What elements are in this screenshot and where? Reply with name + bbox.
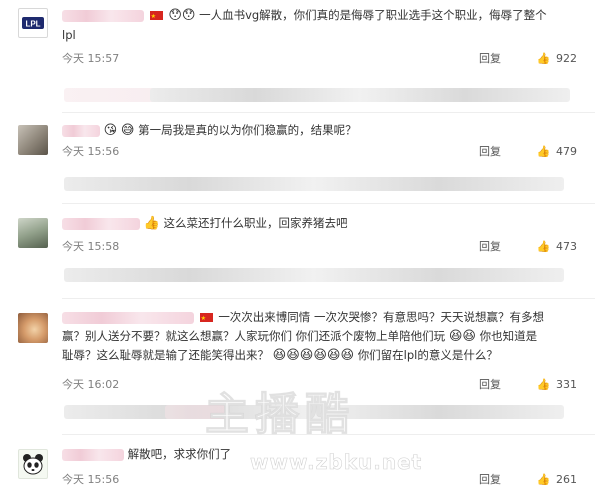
- laugh-emoji-icon: 😆: [448, 328, 463, 344]
- redacted-reply: [150, 88, 570, 102]
- comment-text: 😯😯 一人血书vg解散，你们真的是侮辱了职业选手这个职业，侮辱了整个: [62, 5, 547, 27]
- emoji-icon: 😅: [120, 122, 135, 138]
- divider: [62, 203, 595, 204]
- avatar[interactable]: [18, 218, 48, 248]
- like-count: 473: [556, 240, 577, 253]
- avatar[interactable]: LPL: [18, 8, 48, 38]
- timestamp: 今天 15:56: [62, 145, 120, 158]
- emoji-icon: 😘: [103, 122, 118, 138]
- laugh-emoji-icon: 😆: [462, 328, 476, 344]
- redacted-username[interactable]: [62, 9, 144, 22]
- reply-button[interactable]: 回复: [479, 145, 501, 158]
- comment-body: 第一局我是真的以为你们稳赢的，结果呢？: [138, 123, 357, 137]
- comment-body-line2: 赢？别人送分不要？就这么想赢？人家玩你们 你们还派个废物上单陪他们玩: [62, 329, 446, 343]
- laugh-emoji-icon: 😆: [340, 347, 355, 363]
- avatar[interactable]: [18, 125, 48, 155]
- reply-button[interactable]: 回复: [479, 378, 501, 391]
- comment-body: 解散吧，求求你们了: [127, 447, 232, 461]
- laugh-emoji-icon: 😆: [299, 347, 314, 363]
- timestamp: 今天 16:02: [62, 378, 120, 391]
- emoji-icon: 👍: [143, 215, 160, 231]
- comment-body-line3-end: 你们留在lpl的意义是什么？: [357, 348, 498, 362]
- avatar[interactable]: [18, 449, 48, 479]
- comment-body: 这么菜还打什么职业，回家养猪去吧: [163, 216, 348, 230]
- like-count: 331: [556, 378, 577, 391]
- comment-actions: 回复 👍 261: [479, 471, 577, 487]
- comment-text-continued: 耻辱？这么耻辱就是输了还能笑得出来？ 😆😆😆😆😆😆 你们留在lpl的意义是什么？: [62, 345, 498, 365]
- like-icon[interactable]: 👍: [537, 473, 551, 486]
- comment-text: 😘 😅 第一局我是真的以为你们稳赢的，结果呢？: [62, 120, 357, 140]
- comment-body: 一次次出来博同情 一次次哭惨？有意思吗？天天说想赢？有多想: [218, 310, 544, 324]
- like-count: 922: [556, 52, 577, 65]
- comment-text-continued: 赢？别人送分不要？就这么想赢？人家玩你们 你们还派个废物上单陪他们玩 😆😆 你也…: [62, 326, 537, 346]
- comment-text: 👍 这么菜还打什么职业，回家养猪去吧: [62, 213, 348, 233]
- redacted-username[interactable]: [62, 124, 100, 137]
- comment-actions: 回复 👍 331: [479, 376, 577, 392]
- reply-button[interactable]: 回复: [479, 52, 501, 65]
- emoji-icon: 😯😯: [168, 7, 196, 23]
- avatar[interactable]: [18, 313, 48, 343]
- divider: [62, 298, 595, 299]
- divider: [62, 112, 595, 113]
- like-icon[interactable]: 👍: [537, 240, 551, 253]
- timestamp: 今天 15:58: [62, 240, 120, 253]
- lpl-logo-text: LPL: [25, 20, 40, 29]
- like-count: 261: [556, 473, 577, 486]
- comment-body-line3: 耻辱？这么耻辱就是输了还能笑得出来？: [62, 348, 269, 362]
- comment-body-line2-end: 你也知道是: [479, 329, 538, 343]
- comment-body: 一人血书vg解散，你们真的是侮辱了职业选手这个职业，侮辱了整个: [199, 8, 547, 22]
- like-icon[interactable]: 👍: [537, 145, 551, 158]
- watermark-url: www.zbku.net: [250, 450, 423, 475]
- redacted-username[interactable]: [62, 217, 140, 230]
- comment-actions: 回复 👍 479: [479, 143, 577, 159]
- laugh-emoji-icon: 😆: [313, 347, 327, 363]
- panda-icon: [23, 454, 43, 475]
- timestamp: 今天 15:56: [62, 473, 120, 486]
- comment-text-continued: lpl: [62, 25, 76, 45]
- comment-actions: 回复 👍 922: [479, 50, 577, 66]
- comment-text: 解散吧，求求你们了: [62, 444, 231, 464]
- comment-actions: 回复 👍 473: [479, 238, 577, 254]
- comment-text: 一次次出来博同情 一次次哭惨？有意思吗？天天说想赢？有多想: [62, 307, 544, 329]
- redacted-username[interactable]: [62, 311, 194, 324]
- laugh-emoji-icon: 😆: [326, 347, 341, 363]
- watermark-brand: 主播酷: [205, 389, 355, 440]
- china-flag-icon: [199, 309, 213, 329]
- redacted-username[interactable]: [62, 448, 124, 461]
- redacted-reply: [64, 268, 564, 282]
- reply-button[interactable]: 回复: [479, 473, 501, 486]
- comment-body-line2: lpl: [62, 28, 76, 42]
- like-icon[interactable]: 👍: [537, 52, 551, 65]
- lpl-logo-icon: LPL: [22, 17, 44, 29]
- laugh-emoji-icon: 😆: [286, 347, 300, 363]
- like-icon[interactable]: 👍: [537, 378, 551, 391]
- like-count: 479: [556, 145, 577, 158]
- timestamp: 今天 15:57: [62, 52, 120, 65]
- redacted-reply: [64, 177, 564, 191]
- china-flag-icon: [149, 7, 163, 27]
- reply-button[interactable]: 回复: [479, 240, 501, 253]
- laugh-emoji-icon: 😆: [272, 347, 287, 363]
